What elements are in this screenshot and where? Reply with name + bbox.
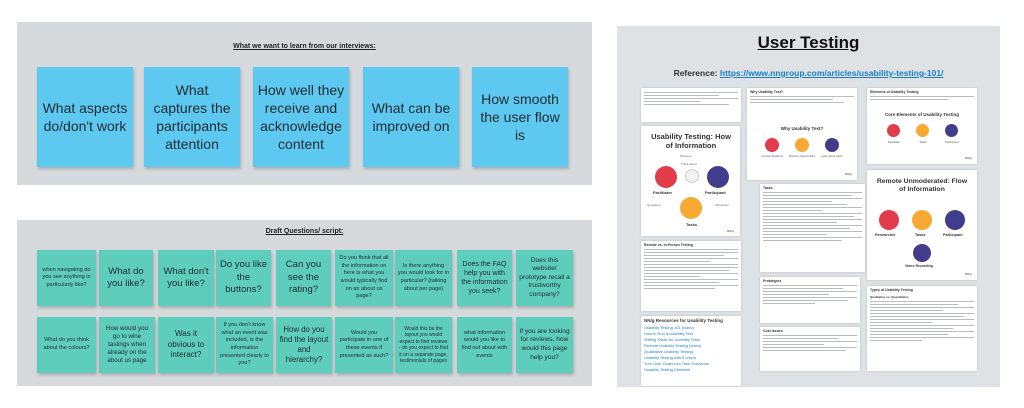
card-remote-unmoderated: Remote Unmoderated: Flow of Information … — [867, 170, 977, 280]
interaction-label: Interaction — [715, 203, 730, 207]
sticky-note-question[interactable]: What do you think about the colours? — [37, 317, 96, 373]
sticky-note-goal-3[interactable]: How well they receive and acknowledge co… — [253, 67, 349, 167]
tasks-label: Tasks — [686, 222, 698, 227]
doc-types-subtitle: Qualitative vs. Quantitative — [870, 295, 909, 299]
observe-label: Observe — [680, 154, 692, 158]
doc-prototypes: Prototypes — [760, 277, 860, 323]
think-aloud-label: Think aloud — [681, 162, 697, 166]
card-why-title: Why Usability Test? — [750, 90, 783, 94]
facilitator-icon — [655, 166, 677, 188]
think-aloud-icon — [685, 169, 699, 183]
tasks-icon — [680, 197, 702, 219]
doc-tasks: Tasks — [760, 184, 865, 272]
uncover-problems-icon — [765, 138, 779, 152]
sticky-note-question[interactable]: Would this be the layout you would expec… — [395, 317, 452, 373]
nng-logo: NN/g — [727, 229, 734, 233]
participant-icon — [707, 166, 729, 188]
doc-tasks-title: Tasks — [763, 186, 773, 190]
user-testing-title: User Testing — [757, 33, 860, 52]
sticky-note-goal-1[interactable]: What aspects do/don't work — [37, 67, 133, 167]
sticky-note-goal-4[interactable]: What can be improved on — [363, 67, 459, 167]
participant-icon — [945, 124, 958, 137]
card-remote-title: Remote Unmoderated: Flow of Information — [876, 178, 968, 194]
resource-link[interactable]: Usability Testing 101 (video) — [644, 325, 738, 330]
doc-remote-in-person: Remote vs. In-Person Testing — [641, 241, 741, 311]
sticky-note-question[interactable]: If you are looking for reviews, how woul… — [516, 317, 573, 373]
card-elements-subtitle: Core Elements of Usability Testing — [885, 112, 959, 117]
sticky-note-question[interactable]: What do you like? — [99, 250, 153, 306]
nng-logo: NN/g — [845, 172, 852, 176]
sticky-note-question[interactable]: Can you see the rating? — [276, 250, 331, 306]
sticky-note-question[interactable]: when navigating do you see anything in p… — [37, 250, 96, 306]
sticky-note-question[interactable]: How would you go to wine tastings when a… — [99, 317, 155, 373]
discover-opportunities-label: Discover Opportunities — [788, 155, 816, 158]
doc-costs-title: Cost Issues — [763, 329, 783, 333]
resources-title: NN/g Resources for Usability Testing — [644, 318, 723, 323]
sticky-note-question[interactable]: what information would you like to find … — [457, 317, 512, 373]
card-why-usability-test: Why Usability Test? Why Usability Test? … — [747, 88, 857, 180]
interview-goals-title: What we want to learn from our interview… — [233, 43, 376, 50]
resource-link[interactable]: Qualitative Usability Testing — [644, 349, 738, 354]
doc-intro-page — [641, 88, 741, 122]
resource-link[interactable]: Remote Usability Testing (video) — [644, 343, 738, 348]
reference-link[interactable]: https://www.nngroup.com/articles/usabili… — [720, 68, 944, 78]
sticky-note-question[interactable]: Do you like the buttons? — [216, 250, 271, 306]
discover-opportunities-icon — [795, 138, 809, 152]
doc-prototypes-title: Prototypes — [763, 279, 782, 283]
video-recording-label: Video Recording — [905, 264, 933, 268]
participant-label: Participant — [945, 140, 959, 144]
sticky-note-question[interactable]: Does the FAQ help you with the informati… — [457, 250, 512, 306]
reference-label: Reference: — [673, 68, 718, 78]
resource-link[interactable]: Turn User Goals into Task Scenarios — [644, 361, 738, 366]
participant-label: Participant — [943, 233, 963, 237]
facilitator-icon — [887, 124, 900, 137]
reference-line: Reference: https://www.nngroup.com/artic… — [617, 68, 1000, 78]
sticky-note-question[interactable]: If you don't know what an event was incl… — [216, 317, 273, 373]
learn-about-users-icon — [825, 138, 839, 152]
draft-questions-title: Draft Questions/ script: — [265, 228, 344, 235]
uncover-problems-label: Uncover Problems — [761, 155, 783, 158]
facilitator-label: Facilitator — [887, 140, 901, 144]
sticky-note-question[interactable]: Do you think that all the information on… — [335, 250, 393, 306]
video-recording-icon — [913, 244, 931, 262]
card-elements-title: Elements of Usability Testing — [870, 90, 919, 94]
learn-about-users-label: Learn About Users — [821, 155, 843, 158]
doc-resources: NN/g Resources for Usability Testing Usa… — [641, 316, 741, 386]
resource-link[interactable]: Usability Testing Checklist — [644, 367, 738, 372]
sticky-note-question[interactable]: Would you participate in one of these ev… — [335, 317, 393, 373]
sticky-note-question[interactable]: How do you find the layout and hierarchy… — [276, 317, 332, 373]
sticky-note-goal-2[interactable]: What captures the participants attention — [144, 67, 240, 167]
doc-cost-issues: Cost Issues — [760, 327, 860, 371]
participant-icon — [945, 210, 965, 230]
sticky-note-question[interactable]: Was it obvious to interact? — [158, 317, 214, 373]
participant-label: Participant — [705, 190, 726, 195]
nng-logo: NN/g — [965, 156, 972, 160]
doc-intro-title: Remote vs. In-Person Testing — [644, 243, 693, 247]
sticky-note-goal-5[interactable]: How smooth the user flow is — [472, 67, 568, 167]
sticky-note-question[interactable]: What don't you like? — [158, 250, 214, 306]
tasks-icon — [912, 210, 932, 230]
tasks-icon — [916, 124, 929, 137]
card-flow-title: Usability Testing: How of Information — [651, 132, 731, 150]
questions-label: Questions — [647, 203, 661, 207]
tasks-label: Tasks — [915, 233, 926, 237]
card-usability-testing-flow: Usability Testing: How of Information Ob… — [641, 126, 740, 236]
researcher-icon — [879, 210, 899, 230]
doc-types-title: Types of Usability Testing — [870, 288, 913, 292]
tasks-label: Tasks — [919, 140, 927, 144]
card-elements-usability-testing: Elements of Usability Testing Core Eleme… — [867, 88, 977, 164]
nng-logo: NN/g — [965, 272, 972, 276]
researcher-label: Researcher — [875, 233, 896, 237]
resource-link[interactable]: Usability Testing with 5 Users — [644, 355, 738, 360]
doc-types-of-testing: Types of Usability Testing Qualitative v… — [867, 286, 977, 371]
sticky-note-question[interactable]: Is there anything you would look for in … — [395, 250, 452, 306]
facilitator-label: Facilitator — [653, 190, 673, 195]
card-why-subtitle: Why Usability Test? — [780, 126, 824, 131]
sticky-note-question[interactable]: Does this website/ prototype recall a tr… — [516, 250, 573, 306]
resource-link[interactable]: Writing Tasks for Usability Tests — [644, 337, 738, 342]
resource-link[interactable]: How to Run a Usability Test — [644, 331, 738, 336]
